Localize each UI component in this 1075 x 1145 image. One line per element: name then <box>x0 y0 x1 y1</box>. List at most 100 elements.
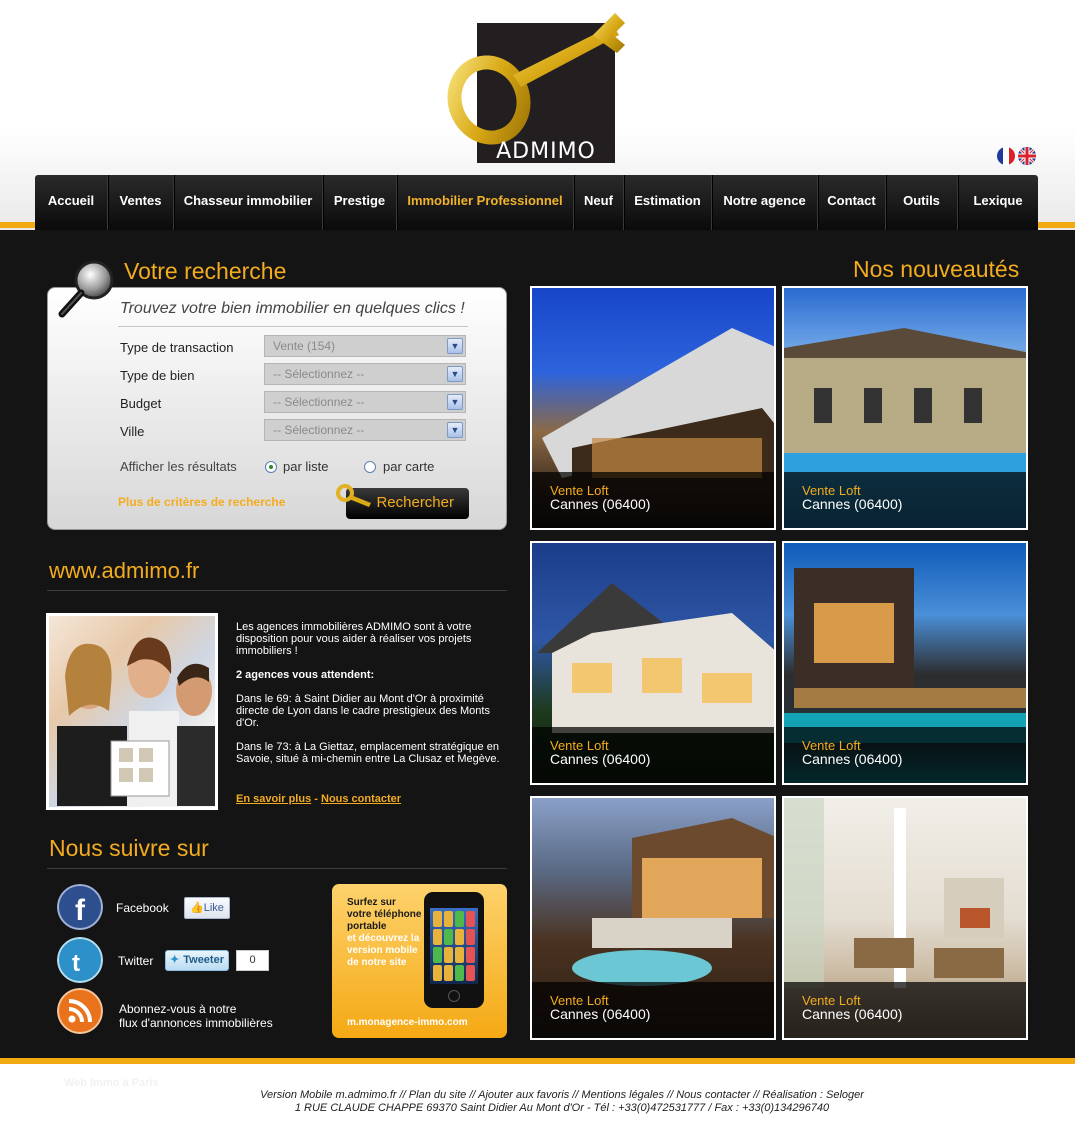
more-criteria-link[interactable]: Plus de critères de recherche <box>118 495 285 509</box>
svg-text:f: f <box>75 894 86 927</box>
contact-us-link[interactable]: Nous contacter <box>321 793 401 805</box>
twitter-icon[interactable]: t <box>57 937 103 983</box>
rss-label-line1[interactable]: Abonnez-vous à notre <box>119 1002 236 1016</box>
new-listings-title: Nos nouveautés <box>853 256 1020 282</box>
transaction-type-select[interactable]: Vente (154) ▼ <box>264 335 466 357</box>
thumbs-up-icon: 👍 <box>190 902 204 914</box>
facebook-label[interactable]: Facebook <box>116 901 169 915</box>
search-tagline: Trouvez votre bien immobilier en quelque… <box>120 300 465 317</box>
listing-caption: Vente Loft Cannes (06400) <box>532 982 774 1038</box>
logo-brand-text: ADMIMO <box>496 139 596 164</box>
learn-more-link[interactable]: En savoir plus <box>236 793 311 805</box>
listing-caption: Vente Loft Cannes (06400) <box>784 727 1026 783</box>
nav-ventes[interactable]: Ventes <box>108 175 174 230</box>
transaction-type-value: Vente (154) <box>273 339 336 353</box>
tweet-count: 0 <box>236 950 269 971</box>
about-agencies-heading: 2 agences vous attendent: <box>236 669 375 681</box>
budget-label: Budget <box>120 396 162 411</box>
budget-value: -- Sélectionnez -- <box>273 395 365 409</box>
display-results-label: Afficher les résultats <box>120 459 237 474</box>
chevron-down-icon: ▼ <box>447 394 463 410</box>
site-footer: Web Immo à Paris Version Mobile m.admimo… <box>0 1064 1075 1145</box>
follow-us-title: Nous suivre sur <box>49 835 209 861</box>
nav-estimation[interactable]: Estimation <box>624 175 712 230</box>
search-panel: Trouvez votre bien immobilier en quelque… <box>47 287 507 530</box>
main-nav: Accueil Ventes Chasseur immobilier Prest… <box>35 175 1038 230</box>
rss-label-line2[interactable]: flux d'annonces immobilières <box>119 1016 273 1030</box>
chevron-down-icon: ▼ <box>447 422 463 438</box>
listing-city: Cannes (06400) <box>802 751 903 767</box>
nav-neuf[interactable]: Neuf <box>574 175 624 230</box>
tweet-button[interactable]: ✦ Tweeter <box>165 950 229 971</box>
twitter-label[interactable]: Twitter <box>118 954 153 968</box>
listing-card[interactable]: Vente Loft Cannes (06400) <box>530 796 776 1040</box>
nav-accueil[interactable]: Accueil <box>35 175 108 230</box>
listing-card[interactable]: Vente Loft Cannes (06400) <box>782 541 1028 785</box>
listing-caption: Vente Loft Cannes (06400) <box>532 727 774 783</box>
listing-city: Cannes (06400) <box>550 1006 651 1022</box>
mobile-site-url[interactable]: m.monagence-immo.com <box>347 1017 468 1028</box>
facebook-icon[interactable]: f <box>57 884 103 930</box>
divider <box>47 868 507 869</box>
chevron-down-icon: ▼ <box>447 366 463 382</box>
radio-by-map[interactable] <box>364 461 376 473</box>
svg-text:t: t <box>72 950 80 977</box>
city-value: -- Sélectionnez -- <box>273 423 365 437</box>
radio-by-map-label[interactable]: par carte <box>383 459 434 474</box>
about-links: En savoir plus - Nous contacter <box>236 793 401 805</box>
rss-icon[interactable] <box>57 988 103 1034</box>
mobile-site-promo[interactable]: Surfez sur votre téléphone portable et d… <box>332 884 507 1038</box>
nav-contact[interactable]: Contact <box>818 175 886 230</box>
listing-card[interactable]: Vente Loft Cannes (06400) <box>782 286 1028 530</box>
listing-card[interactable]: Vente Loft Cannes (06400) <box>530 541 776 785</box>
website-title: www.admimo.fr <box>49 558 200 583</box>
about-agency-73: Dans le 73: à La Giettaz, emplacement st… <box>236 741 500 765</box>
about-agency-69: Dans le 69: à Saint Didier au Mont d'Or … <box>236 693 490 729</box>
divider <box>47 590 507 591</box>
french-flag-icon[interactable] <box>997 147 1015 165</box>
nav-outils[interactable]: Outils <box>886 175 958 230</box>
listing-city: Cannes (06400) <box>802 496 903 512</box>
facebook-like-label: Like <box>203 902 224 914</box>
radio-by-list-label[interactable]: par liste <box>283 459 329 474</box>
transaction-type-label: Type de transaction <box>120 340 234 355</box>
nav-lexique[interactable]: Lexique <box>958 175 1038 230</box>
nav-notre-agence[interactable]: Notre agence <box>712 175 818 230</box>
divider <box>118 326 468 327</box>
nav-prestige[interactable]: Prestige <box>323 175 397 230</box>
property-type-value: -- Sélectionnez -- <box>273 367 365 381</box>
budget-select[interactable]: -- Sélectionnez -- ▼ <box>264 391 466 413</box>
magnifier-icon <box>58 260 114 318</box>
listing-city: Cannes (06400) <box>550 751 651 767</box>
mobile-promo-line1: Surfez sur votre téléphone portable <box>347 897 422 932</box>
english-flag-icon[interactable] <box>1018 147 1036 165</box>
team-illustration <box>57 637 215 806</box>
team-photo <box>46 613 218 810</box>
admimo-logo[interactable]: ADMIMO <box>443 5 641 167</box>
about-text: Les agences immobilières ADMIMO sont à v… <box>236 621 501 777</box>
bird-icon: ✦ <box>170 954 180 966</box>
footer-address: 1 RUE CLAUDE CHAPPE 69370 Saint Didier A… <box>294 1102 830 1114</box>
listing-card[interactable]: Vente Loft Cannes (06400) <box>530 286 776 530</box>
listing-card[interactable]: Vente Loft Cannes (06400) <box>782 796 1028 1040</box>
tweet-button-label: Tweeter <box>183 954 224 966</box>
footer-ghost-text: Web Immo à Paris <box>64 1077 159 1089</box>
listing-city: Cannes (06400) <box>802 1006 903 1022</box>
link-separator: - <box>314 793 318 805</box>
key-icon <box>336 484 371 507</box>
nav-immobilier-professionnel[interactable]: Immobilier Professionnel <box>397 175 574 230</box>
smartphone-icon <box>424 892 484 1008</box>
listing-city: Cannes (06400) <box>550 496 651 512</box>
about-intro: Les agences immobilières ADMIMO sont à v… <box>236 621 472 657</box>
property-type-label: Type de bien <box>120 368 195 383</box>
city-label: Ville <box>120 424 145 439</box>
search-title: Votre recherche <box>124 258 287 284</box>
city-select[interactable]: -- Sélectionnez -- ▼ <box>264 419 466 441</box>
listing-caption: Vente Loft Cannes (06400) <box>784 982 1026 1038</box>
radio-by-list[interactable] <box>265 461 277 473</box>
search-button-label: Rechercher <box>376 494 454 511</box>
property-type-select[interactable]: -- Sélectionnez -- ▼ <box>264 363 466 385</box>
nav-chasseur-immobilier[interactable]: Chasseur immobilier <box>174 175 323 230</box>
facebook-like-button[interactable]: 👍Like <box>184 897 230 919</box>
footer-links-line[interactable]: Version Mobile m.admimo.fr // Plan du si… <box>0 1089 1075 1102</box>
